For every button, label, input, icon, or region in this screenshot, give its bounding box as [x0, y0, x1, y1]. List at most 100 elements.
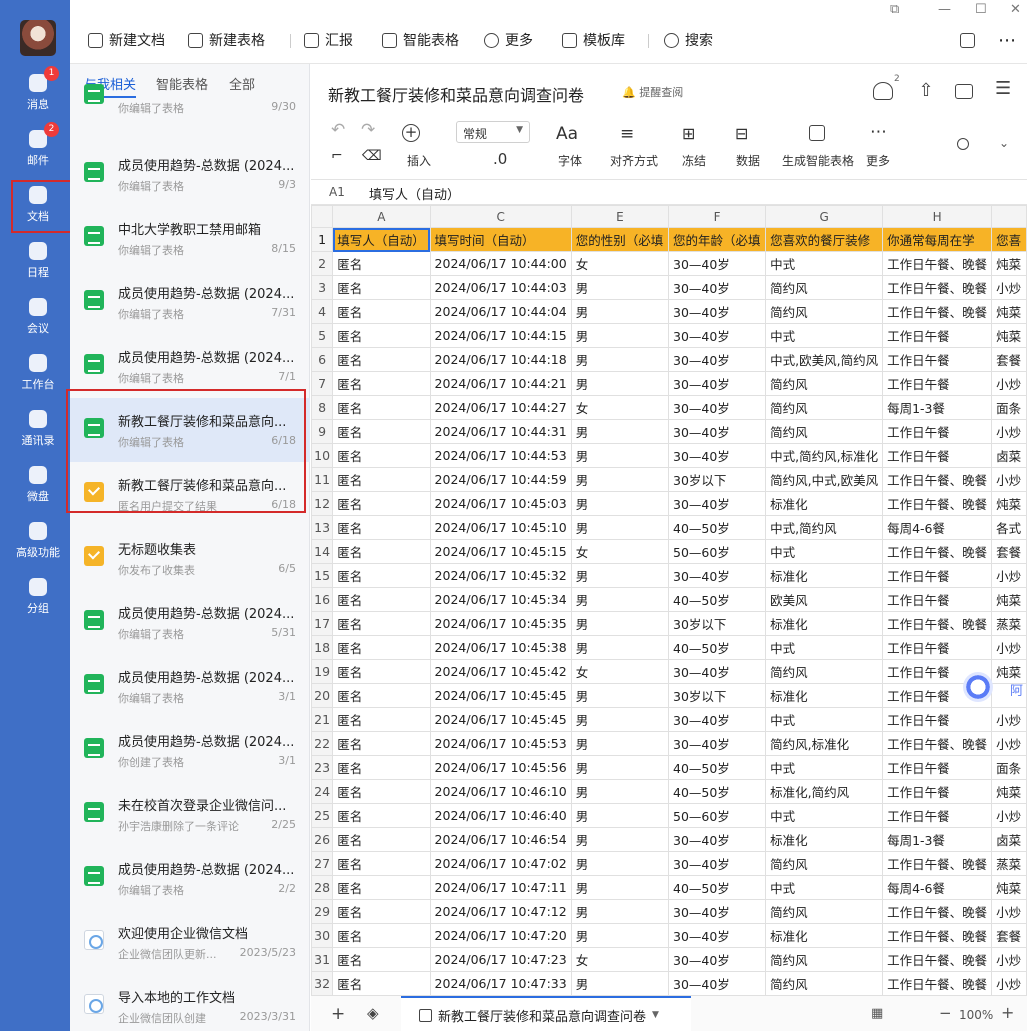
- cell[interactable]: 2024/06/17 10:45:45: [429, 707, 572, 732]
- layout-toggle-icon[interactable]: [960, 30, 975, 50]
- cell[interactable]: 30—40岁: [667, 443, 767, 468]
- freeze-icon[interactable]: ⊞: [682, 124, 695, 143]
- cell[interactable]: 工作日午餐: [882, 443, 993, 468]
- cell[interactable]: 男: [570, 299, 670, 324]
- cell[interactable]: 2024/06/17 10:45:15: [429, 539, 572, 564]
- cell[interactable]: 工作日午餐、晚餐: [882, 923, 993, 948]
- cell[interactable]: 匿名: [332, 971, 431, 995]
- cell[interactable]: 30—40岁: [667, 251, 767, 276]
- row-number[interactable]: 10: [311, 443, 334, 468]
- cell[interactable]: 卤菜: [991, 827, 1027, 852]
- cell[interactable]: 工作日午餐、晚餐: [882, 851, 993, 876]
- cell[interactable]: 匿名: [332, 731, 431, 756]
- cell[interactable]: 简约风: [765, 659, 884, 684]
- cell[interactable]: 匿名: [332, 467, 431, 492]
- close-icon[interactable]: ✕: [1010, 2, 1021, 17]
- smart-sheet-gen-icon[interactable]: [809, 125, 825, 141]
- cell[interactable]: 炖菜: [991, 323, 1027, 348]
- cell[interactable]: 匿名: [332, 947, 431, 972]
- cell[interactable]: 30—40岁: [667, 491, 767, 516]
- cell[interactable]: 中式: [765, 539, 884, 564]
- cell[interactable]: 30—40岁: [667, 971, 767, 995]
- cell[interactable]: 小炒: [991, 419, 1027, 444]
- cell[interactable]: 男: [570, 707, 670, 732]
- cell[interactable]: 30—40岁: [667, 947, 767, 972]
- row-number[interactable]: 9: [311, 419, 334, 444]
- smart-sheet-button[interactable]: 智能表格: [382, 30, 459, 50]
- cell[interactable]: 30岁以下: [667, 611, 767, 636]
- cell[interactable]: 工作日午餐: [882, 755, 993, 780]
- cell[interactable]: 每周4-6餐: [882, 515, 993, 540]
- cell[interactable]: 匿名: [332, 347, 431, 372]
- cell[interactable]: 中式: [765, 635, 884, 660]
- cell[interactable]: 工作日午餐: [882, 347, 993, 372]
- cell[interactable]: 简约风,中式,欧美风: [765, 467, 884, 492]
- cell[interactable]: 匿名: [332, 323, 431, 348]
- list-item[interactable]: 导入本地的工作文档 企业微信团队创建 2023/3/31: [70, 974, 310, 1031]
- cell[interactable]: 2024/06/17 10:45:34: [429, 587, 572, 612]
- insert-icon[interactable]: +: [402, 124, 420, 142]
- row-number[interactable]: 8: [311, 395, 334, 420]
- cell[interactable]: 男: [570, 347, 670, 372]
- cell[interactable]: 匿名: [332, 491, 431, 516]
- cell[interactable]: 女: [570, 659, 670, 684]
- list-item[interactable]: 欢迎使用企业微信文档 企业微信团队更新... 2023/5/23: [70, 910, 310, 974]
- column-header[interactable]: G: [765, 205, 884, 228]
- cell[interactable]: 30—40岁: [667, 731, 767, 756]
- cell[interactable]: 简约风: [765, 395, 884, 420]
- row-number[interactable]: 22: [311, 731, 334, 756]
- cell[interactable]: 2024/06/17 10:46:10: [429, 779, 572, 804]
- new-doc-button[interactable]: 新建文档: [88, 30, 165, 50]
- cell[interactable]: 简约风: [765, 371, 884, 396]
- cell[interactable]: 简约风: [765, 419, 884, 444]
- cell[interactable]: 中式,欧美风,简约风: [765, 347, 884, 372]
- view-grid-icon[interactable]: ▦: [871, 1006, 883, 1021]
- more-tools-label[interactable]: 更多: [866, 152, 890, 169]
- cell[interactable]: 2024/06/17 10:45:38: [429, 635, 572, 660]
- more-button[interactable]: 更多: [484, 30, 533, 50]
- cell[interactable]: 女: [570, 251, 670, 276]
- freeze-label[interactable]: 冻结: [682, 152, 706, 169]
- cell[interactable]: 标准化: [765, 683, 884, 708]
- row-number[interactable]: 23: [311, 755, 334, 780]
- cell[interactable]: 标准化: [765, 827, 884, 852]
- cell[interactable]: 每周1-3餐: [882, 827, 993, 852]
- cell[interactable]: 30—40岁: [667, 659, 767, 684]
- header-cell[interactable]: 您的年龄（必填: [667, 227, 767, 252]
- row-number[interactable]: 15: [311, 563, 334, 588]
- cell[interactable]: 50—60岁: [667, 803, 767, 828]
- nav-item-7[interactable]: 微盘: [6, 464, 70, 516]
- number-format-select[interactable]: 常规 ▼: [456, 121, 530, 143]
- cell[interactable]: 30—40岁: [667, 899, 767, 924]
- column-header[interactable]: A: [332, 205, 431, 228]
- restore-window-icon[interactable]: ⧉: [890, 2, 899, 17]
- cell[interactable]: 各式: [991, 515, 1027, 540]
- decimal-button[interactable]: .0: [493, 150, 507, 168]
- cell[interactable]: 30—40岁: [667, 299, 767, 324]
- cell[interactable]: 2024/06/17 10:44:27: [429, 395, 572, 420]
- cell[interactable]: 工作日午餐、晚餐: [882, 971, 993, 995]
- cell[interactable]: 男: [570, 443, 670, 468]
- list-item[interactable]: 无标题收集表 你发布了收集表 6/5: [70, 526, 310, 590]
- cell[interactable]: 匿名: [332, 515, 431, 540]
- collapse-toolbar-icon[interactable]: ⌄: [999, 136, 1009, 150]
- cell[interactable]: 中式: [765, 875, 884, 900]
- cell[interactable]: 40—50岁: [667, 635, 767, 660]
- cell[interactable]: 标准化: [765, 611, 884, 636]
- cell[interactable]: 男: [570, 899, 670, 924]
- cell[interactable]: 套餐: [991, 923, 1027, 948]
- cell[interactable]: 匿名: [332, 275, 431, 300]
- cell[interactable]: 匿名: [332, 611, 431, 636]
- cell[interactable]: 男: [570, 875, 670, 900]
- cell[interactable]: 30—40岁: [667, 347, 767, 372]
- cell[interactable]: 男: [570, 683, 670, 708]
- row-number[interactable]: 32: [311, 971, 334, 995]
- list-item[interactable]: 中北大学教职工禁用邮箱 你编辑了表格 8/15: [70, 206, 310, 270]
- align-icon[interactable]: ≡: [620, 124, 634, 144]
- cell[interactable]: 40—50岁: [667, 515, 767, 540]
- cell[interactable]: 中式,简约风,标准化: [765, 443, 884, 468]
- cell[interactable]: 工作日午餐: [882, 779, 993, 804]
- cell[interactable]: 中式: [765, 755, 884, 780]
- header-cell[interactable]: 您喜欢的餐厅装修: [765, 227, 884, 252]
- row-number[interactable]: 3: [311, 275, 334, 300]
